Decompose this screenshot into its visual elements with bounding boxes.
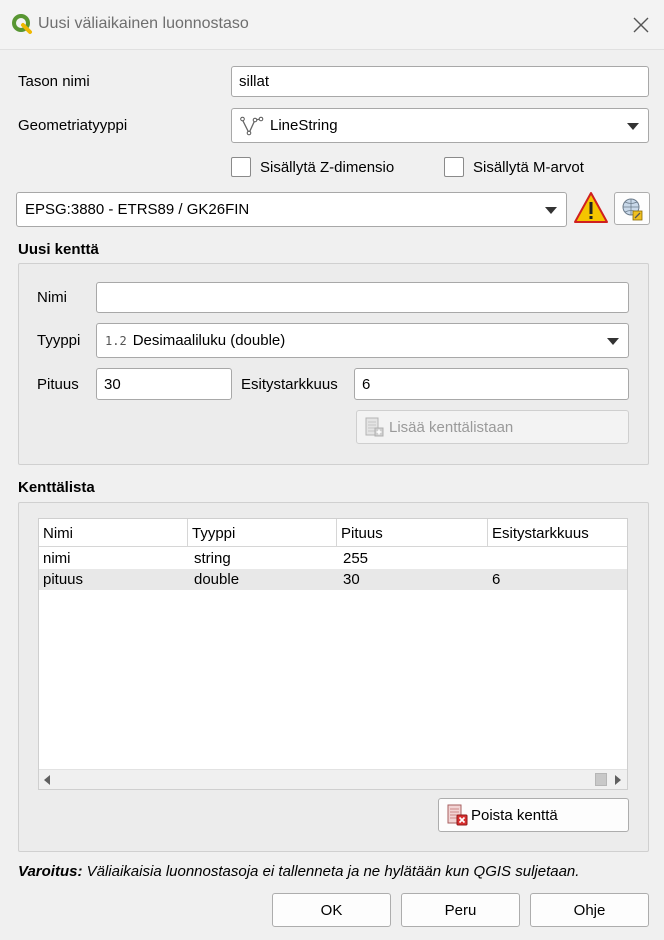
ok-button[interactable]: OK — [272, 893, 391, 927]
cell-name: nimi — [43, 550, 71, 567]
add-to-field-list-button[interactable]: Lisää kenttälistaan — [356, 410, 629, 444]
include-z-checkbox[interactable] — [231, 157, 251, 177]
column-header-precision[interactable]: Esitystarkkuus — [488, 519, 627, 547]
geometry-type-label: Geometriatyyppi — [18, 117, 128, 134]
remove-field-button[interactable]: Poista kenttä — [438, 798, 629, 832]
length-value: 30 — [104, 375, 121, 393]
field-type-label: Tyyppi — [37, 332, 81, 349]
crs-globe-icon — [622, 198, 643, 220]
cell-precision — [488, 548, 492, 569]
table-row[interactable]: nimi string 255 — [39, 548, 627, 569]
include-m-label: Sisällytä M-arvot — [473, 159, 584, 176]
crs-value: EPSG:3880 - ETRS89 / GK26FIN — [25, 201, 250, 218]
geometry-type-select[interactable]: LineString — [231, 108, 649, 143]
field-list-table: Nimi Tyyppi Pituus Esitystarkkuus nimi s… — [38, 518, 628, 790]
cell-length: 30 — [343, 571, 360, 588]
qgis-logo-icon — [12, 14, 32, 34]
column-header-length[interactable]: Pituus — [337, 519, 488, 547]
add-field-icon — [365, 417, 384, 437]
column-header-name[interactable]: Nimi — [39, 519, 188, 547]
cell-type: string — [194, 550, 231, 567]
close-icon[interactable] — [633, 17, 649, 33]
scroll-right-icon[interactable] — [614, 775, 622, 785]
window-title: Uusi väliaikainen luonnostaso — [38, 15, 249, 32]
length-label: Pituus — [37, 376, 79, 393]
precision-label: Esitystarkkuus — [241, 376, 338, 393]
include-m-checkbox[interactable] — [444, 157, 464, 177]
decimal-type-icon: 1.2 — [105, 333, 127, 348]
cancel-button[interactable]: Peru — [401, 893, 520, 927]
field-name-label: Nimi — [37, 289, 67, 306]
precision-value: 6 — [362, 375, 371, 393]
horizontal-scrollbar[interactable] — [39, 769, 627, 789]
scroll-left-icon[interactable] — [43, 775, 51, 785]
warning-text: Väliaikaisia luonnostasoja ei tallenneta… — [82, 863, 580, 880]
scroll-track[interactable] — [55, 773, 595, 786]
cell-type: double — [194, 571, 240, 588]
cell-name: pituus — [43, 571, 84, 588]
select-crs-button[interactable] — [614, 192, 650, 225]
table-row[interactable]: pituus double 30 6 — [39, 569, 627, 590]
length-input[interactable]: 30 — [96, 368, 232, 400]
scroll-thumb[interactable] — [595, 773, 607, 786]
chevron-down-icon — [627, 122, 639, 130]
warning-message: Varoitus: Väliaikaisia luonnostasoja ei … — [18, 863, 579, 880]
field-type-select[interactable]: 1.2 Desimaaliluku (double) — [96, 323, 629, 358]
field-name-input[interactable] — [96, 282, 629, 313]
new-field-group-title: Uusi kenttä — [18, 241, 99, 258]
help-button[interactable]: Ohje — [530, 893, 649, 927]
column-header-type[interactable]: Tyyppi — [188, 519, 337, 547]
remove-field-icon — [447, 804, 468, 826]
chevron-down-icon — [607, 337, 619, 345]
add-to-field-list-label: Lisää kenttälistaan — [389, 418, 514, 436]
cell-precision: 6 — [492, 571, 501, 588]
cell-length: 255 — [343, 550, 369, 567]
linestring-icon — [240, 116, 264, 135]
field-list-group-title: Kenttälista — [18, 479, 95, 496]
remove-field-label: Poista kenttä — [471, 806, 558, 824]
layer-name-input[interactable]: sillat — [231, 66, 649, 97]
title-bar: Uusi väliaikainen luonnostaso — [0, 0, 664, 50]
chevron-down-icon — [545, 206, 557, 214]
crs-select[interactable]: EPSG:3880 - ETRS89 / GK26FIN — [16, 192, 567, 227]
layer-name-value: sillat — [239, 73, 270, 90]
field-type-value: Desimaaliluku (double) — [132, 332, 286, 349]
include-z-label: Sisällytä Z-dimensio — [260, 159, 395, 176]
table-header: Nimi Tyyppi Pituus Esitystarkkuus — [39, 519, 627, 547]
layer-name-label: Tason nimi — [18, 73, 90, 90]
warning-label: Varoitus: — [18, 863, 83, 880]
geometry-type-value: LineString — [270, 117, 338, 134]
warning-icon — [574, 192, 608, 223]
precision-input[interactable]: 6 — [354, 368, 629, 400]
